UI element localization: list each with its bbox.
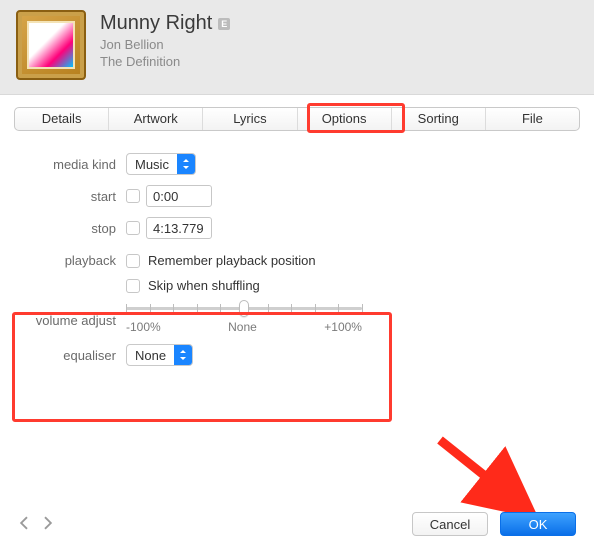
- chevron-updown-icon: [177, 154, 195, 174]
- remember-position-row: Remember playback position: [126, 253, 316, 268]
- volume-slider[interactable]: -100% None +100%: [126, 307, 362, 334]
- row-media-kind: media kind Music: [26, 153, 568, 175]
- explicit-badge: E: [218, 18, 230, 30]
- artist-name: Jon Bellion: [100, 37, 230, 52]
- slider-mid-label: None: [228, 320, 257, 334]
- track-title-row: Munny Right E: [100, 12, 230, 35]
- remember-position-label: Remember playback position: [148, 253, 316, 268]
- label-playback: playback: [26, 253, 126, 268]
- skip-shuffling-row: Skip when shuffling: [126, 278, 260, 293]
- album-artwork-image: [27, 21, 75, 69]
- media-kind-select[interactable]: Music: [126, 153, 196, 175]
- row-equaliser: equaliser None: [26, 344, 568, 366]
- row-volume-adjust: volume adjust -100%: [26, 307, 568, 334]
- label-equaliser: equaliser: [26, 348, 126, 363]
- ok-button[interactable]: OK: [500, 512, 576, 536]
- next-track-button[interactable]: [43, 516, 54, 533]
- skip-shuffling-label: Skip when shuffling: [148, 278, 260, 293]
- equaliser-value: None: [127, 348, 174, 363]
- label-stop: stop: [26, 221, 126, 236]
- remember-position-checkbox[interactable]: [126, 254, 140, 268]
- tab-details[interactable]: Details: [15, 108, 108, 130]
- song-info-window: Munny Right E Jon Bellion The Definition…: [0, 0, 594, 550]
- header: Munny Right E Jon Bellion The Definition: [0, 0, 594, 95]
- album-artwork: [16, 10, 86, 80]
- tabs: Details Artwork Lyrics Options Sorting F…: [14, 107, 580, 131]
- chevron-updown-icon: [174, 345, 192, 365]
- options-panel: media kind Music start 0:00 stop 4:13.77…: [0, 131, 594, 366]
- slider-thumb[interactable]: [239, 300, 249, 317]
- track-title: Munny Right: [100, 12, 212, 35]
- slider-min-label: -100%: [126, 320, 161, 334]
- album-name: The Definition: [100, 54, 230, 69]
- skip-shuffling-checkbox[interactable]: [126, 279, 140, 293]
- nav-arrows: [18, 516, 54, 533]
- tab-lyrics[interactable]: Lyrics: [202, 108, 296, 130]
- cancel-button[interactable]: Cancel: [412, 512, 488, 536]
- equaliser-select[interactable]: None: [126, 344, 193, 366]
- start-time-input[interactable]: 0:00: [146, 185, 212, 207]
- row-playback: playback Remember playback position: [26, 253, 568, 268]
- tab-artwork[interactable]: Artwork: [108, 108, 202, 130]
- row-start: start 0:00: [26, 185, 568, 207]
- label-start: start: [26, 189, 126, 204]
- tab-options[interactable]: Options: [297, 108, 391, 130]
- slider-labels: -100% None +100%: [126, 320, 362, 334]
- track-info: Munny Right E Jon Bellion The Definition: [100, 10, 230, 69]
- media-kind-value: Music: [127, 157, 177, 172]
- row-stop: stop 4:13.779: [26, 217, 568, 239]
- stop-checkbox[interactable]: [126, 221, 140, 235]
- slider-max-label: +100%: [324, 320, 362, 334]
- start-checkbox[interactable]: [126, 189, 140, 203]
- tab-file[interactable]: File: [485, 108, 579, 130]
- row-skip-shuffle: Skip when shuffling: [26, 278, 568, 293]
- label-volume-adjust: volume adjust: [26, 313, 126, 328]
- footer: Cancel OK: [0, 512, 594, 536]
- slider-track: [126, 307, 362, 310]
- stop-time-input[interactable]: 4:13.779: [146, 217, 212, 239]
- tab-sorting[interactable]: Sorting: [391, 108, 485, 130]
- label-media-kind: media kind: [26, 157, 126, 172]
- prev-track-button[interactable]: [18, 516, 29, 533]
